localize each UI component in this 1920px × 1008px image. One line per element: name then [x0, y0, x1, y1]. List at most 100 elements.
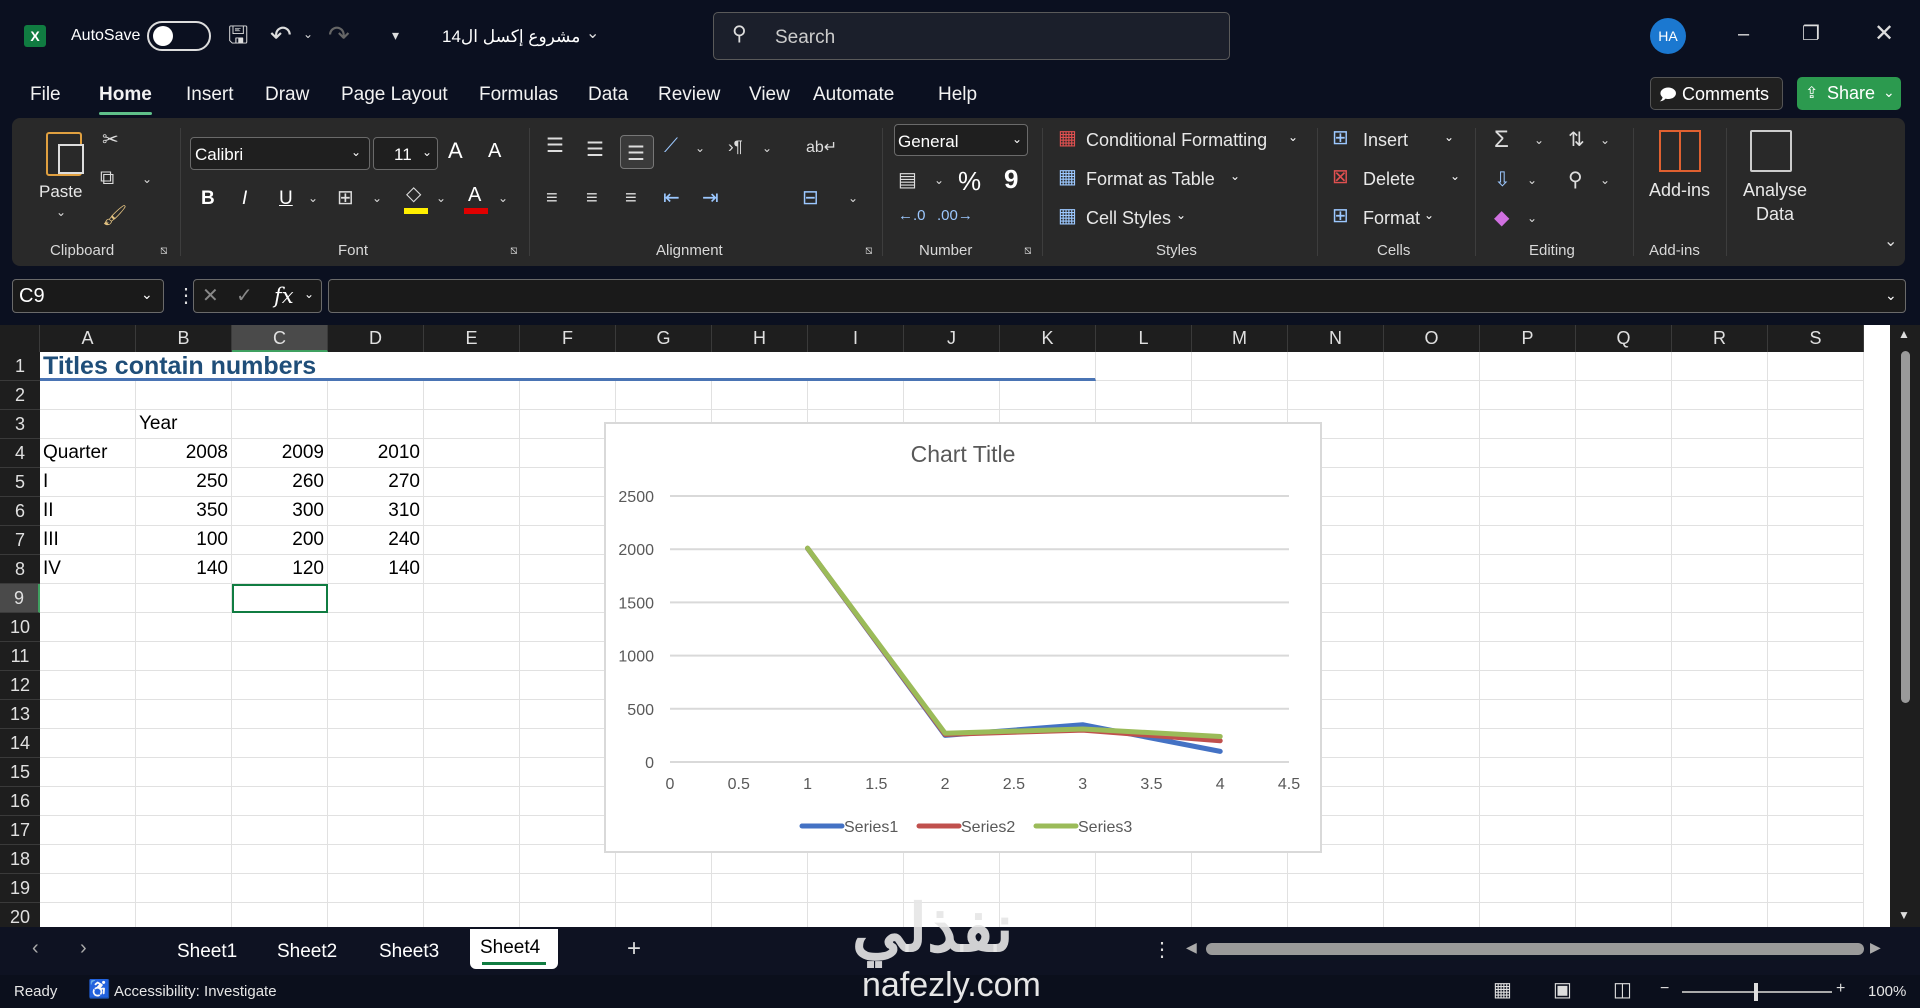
cell-C14[interactable]	[232, 729, 328, 758]
cell-R2[interactable]	[1672, 381, 1768, 410]
column-header-N[interactable]: N	[1288, 325, 1384, 352]
cell-B9[interactable]	[136, 584, 232, 613]
cell-O7[interactable]	[1384, 526, 1480, 555]
row-header-16[interactable]: 16	[0, 787, 40, 816]
cell-E3[interactable]	[424, 410, 520, 439]
cell-P7[interactable]	[1480, 526, 1576, 555]
cell-O13[interactable]	[1384, 700, 1480, 729]
expand-formula-bar-icon[interactable]: ⌄	[1885, 287, 1897, 304]
cell-B2[interactable]	[136, 381, 232, 410]
cell-K1[interactable]	[1000, 352, 1096, 381]
column-header-K[interactable]: K	[1000, 325, 1096, 352]
row-header-8[interactable]: 8	[0, 555, 40, 584]
cell-F10[interactable]	[520, 613, 616, 642]
cell-R1[interactable]	[1672, 352, 1768, 381]
enter-icon[interactable]: ✓	[236, 286, 253, 306]
clear-icon[interactable]: ◆	[1494, 208, 1509, 228]
scroll-left-icon[interactable]: ◀	[1186, 940, 1197, 954]
cell-S7[interactable]	[1768, 526, 1864, 555]
cell-B14[interactable]	[136, 729, 232, 758]
cell-R8[interactable]	[1672, 555, 1768, 584]
column-header-A[interactable]: A	[40, 325, 136, 352]
cell-K20[interactable]	[1000, 903, 1096, 927]
paste-button[interactable]: Paste	[39, 182, 82, 202]
row-header-12[interactable]: 12	[0, 671, 40, 700]
cell-L19[interactable]	[1096, 874, 1192, 903]
column-header-O[interactable]: O	[1384, 325, 1480, 352]
cell-P10[interactable]	[1480, 613, 1576, 642]
cell-P16[interactable]	[1480, 787, 1576, 816]
cell-P6[interactable]	[1480, 497, 1576, 526]
tab-page-layout[interactable]: Page Layout	[341, 84, 448, 106]
cell-P8[interactable]	[1480, 555, 1576, 584]
cell-C11[interactable]	[232, 642, 328, 671]
cell-E9[interactable]	[424, 584, 520, 613]
font-color-button[interactable]: A	[464, 184, 488, 214]
column-header-F[interactable]: F	[520, 325, 616, 352]
cell-Q1[interactable]	[1576, 352, 1672, 381]
column-header-H[interactable]: H	[712, 325, 808, 352]
column-header-D[interactable]: D	[328, 325, 424, 352]
cell-S18[interactable]	[1768, 845, 1864, 874]
cell-A6[interactable]: II	[40, 497, 136, 526]
cell-C7[interactable]: 200	[232, 526, 328, 555]
cell-S16[interactable]	[1768, 787, 1864, 816]
cell-O20[interactable]	[1384, 903, 1480, 927]
cell-A7[interactable]: III	[40, 526, 136, 555]
align-center-icon[interactable]: ≡	[586, 188, 598, 208]
cell-S11[interactable]	[1768, 642, 1864, 671]
cell-Q13[interactable]	[1576, 700, 1672, 729]
cancel-icon[interactable]: ✕	[202, 286, 219, 306]
cell-D18[interactable]	[328, 845, 424, 874]
share-button[interactable]: ⇪ Share ⌄	[1797, 77, 1901, 110]
cell-C17[interactable]	[232, 816, 328, 845]
accounting-dropdown-icon[interactable]: ⌄	[934, 174, 944, 186]
cell-E11[interactable]	[424, 642, 520, 671]
cell-O1[interactable]	[1384, 352, 1480, 381]
font-name-select[interactable]: Calibri ⌄	[190, 137, 370, 170]
add-ins-icon[interactable]	[1659, 130, 1701, 172]
cell-E2[interactable]	[424, 381, 520, 410]
analyse-data-button[interactable]: Analyse	[1743, 180, 1807, 201]
cell-R20[interactable]	[1672, 903, 1768, 927]
cell-O10[interactable]	[1384, 613, 1480, 642]
cell-R11[interactable]	[1672, 642, 1768, 671]
increase-indent-icon[interactable]: ⇥	[702, 188, 719, 208]
more-options-icon[interactable]: ⋮	[1152, 940, 1172, 960]
cell-A12[interactable]	[40, 671, 136, 700]
cell-J2[interactable]	[904, 381, 1000, 410]
cell-C6[interactable]: 300	[232, 497, 328, 526]
horizontal-scrollbar[interactable]: ◀ ▶	[1186, 940, 1886, 958]
comma-style-button[interactable]: 9	[1004, 164, 1018, 195]
cell-E1[interactable]	[424, 352, 520, 381]
column-header-Q[interactable]: Q	[1576, 325, 1672, 352]
cell-F18[interactable]	[520, 845, 616, 874]
cell-I1[interactable]	[808, 352, 904, 381]
cell-O15[interactable]	[1384, 758, 1480, 787]
cell-Q17[interactable]	[1576, 816, 1672, 845]
row-header-19[interactable]: 19	[0, 874, 40, 903]
scroll-right-icon[interactable]: ▶	[1870, 940, 1881, 954]
scroll-up-icon[interactable]: ▲	[1898, 328, 1910, 340]
column-header-G[interactable]: G	[616, 325, 712, 352]
tab-review[interactable]: Review	[658, 84, 720, 106]
cell-R10[interactable]	[1672, 613, 1768, 642]
cell-R15[interactable]	[1672, 758, 1768, 787]
zoom-level[interactable]: 100%	[1868, 983, 1906, 1000]
cell-M19[interactable]	[1192, 874, 1288, 903]
cell-M1[interactable]	[1192, 352, 1288, 381]
cell-L2[interactable]	[1096, 381, 1192, 410]
cell-Q10[interactable]	[1576, 613, 1672, 642]
zoom-in-icon[interactable]: +	[1836, 981, 1845, 997]
collapse-ribbon-icon[interactable]: ⌄	[1884, 234, 1897, 250]
cell-N19[interactable]	[1288, 874, 1384, 903]
cell-Q9[interactable]	[1576, 584, 1672, 613]
format-painter-icon[interactable]: 🖌	[102, 206, 127, 226]
cell-D7[interactable]: 240	[328, 526, 424, 555]
clear-dropdown-icon[interactable]: ⌄	[1527, 212, 1537, 224]
cell-R14[interactable]	[1672, 729, 1768, 758]
cell-E18[interactable]	[424, 845, 520, 874]
cell-O18[interactable]	[1384, 845, 1480, 874]
cell-S15[interactable]	[1768, 758, 1864, 787]
cell-D13[interactable]	[328, 700, 424, 729]
